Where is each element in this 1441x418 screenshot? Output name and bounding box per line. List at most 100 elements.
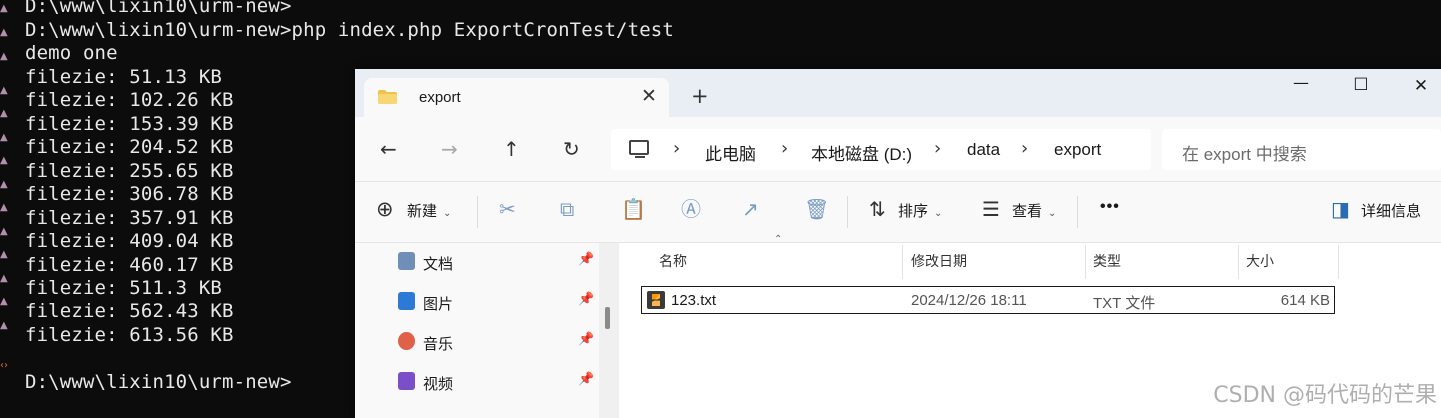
search-box[interactable]: 在 export 中搜索 bbox=[1162, 129, 1441, 170]
chevron-right-icon: › bbox=[781, 138, 789, 159]
rename-icon[interactable]: Ⓐ bbox=[681, 198, 701, 220]
column-header-name[interactable]: 名称 bbox=[659, 251, 687, 271]
sidebar-item-label: 音乐 bbox=[423, 336, 454, 353]
sort-icon: ⇅ bbox=[869, 197, 886, 221]
file-type: TXT 文件 bbox=[1093, 295, 1156, 312]
column-divider[interactable] bbox=[1085, 245, 1086, 279]
command-bar: ⊕ 新建 ⌄ ✂ ⧉ 📋 Ⓐ ↗ 🗑 ⇅ 排序 ⌄ ☰ 查看 ⌄ ••• ◨ 详细信息 bbox=[355, 181, 1441, 243]
back-button[interactable]: ← bbox=[380, 138, 397, 160]
php-icon: ▲ bbox=[0, 155, 8, 166]
more-options-button[interactable]: ••• bbox=[1100, 198, 1120, 216]
view-button[interactable]: 查看 ⌄ bbox=[1012, 200, 1056, 221]
refresh-button[interactable]: ↻ bbox=[563, 138, 580, 160]
sort-ascending-icon: ⌃ bbox=[774, 234, 783, 245]
terminal-line: filezie: 357.91 KB bbox=[25, 207, 234, 229]
tab-label: export bbox=[419, 89, 461, 106]
terminal-line: filezie: 562.43 KB bbox=[25, 300, 234, 322]
new-tab-button[interactable]: + bbox=[691, 85, 709, 107]
file-row[interactable]: 123.txt 2024/12/26 18:11 TXT 文件 614 KB bbox=[641, 286, 1335, 314]
chevron-down-icon: ⌄ bbox=[443, 208, 452, 219]
php-icon: ▲ bbox=[0, 226, 8, 237]
php-icon: ▲ bbox=[0, 202, 8, 213]
new-button[interactable]: 新建 ⌄ bbox=[407, 200, 451, 221]
plus-circle-icon: ⊕ bbox=[376, 197, 394, 221]
title-bar[interactable]: export ✕ + — ☐ ✕ bbox=[355, 69, 1441, 117]
breadcrumb-this-pc[interactable]: 此电脑 bbox=[705, 140, 756, 165]
nav-pane-scrollbar[interactable] bbox=[599, 243, 619, 418]
sidebar-item-label: 文档 bbox=[423, 256, 454, 273]
terminal-prompt[interactable]: D:\www\lixin10\urm-new> bbox=[25, 371, 292, 395]
paste-icon[interactable]: 📋 bbox=[621, 198, 646, 220]
pin-icon[interactable]: 📌 bbox=[578, 332, 594, 347]
breadcrumb-data[interactable]: data bbox=[967, 140, 1000, 160]
terminal-line: filezie: 102.26 KB bbox=[25, 89, 234, 111]
close-tab-icon[interactable]: ✕ bbox=[641, 85, 657, 107]
minimize-button[interactable]: — bbox=[1281, 73, 1321, 97]
terminal-line: D:\www\lixin10\urm-new> bbox=[25, 0, 292, 17]
navigation-bar: ← → ↑ ↻ › 此电脑 › 本地磁盘 (D:) › data › expor… bbox=[355, 117, 1441, 181]
scrollbar-thumb[interactable] bbox=[605, 307, 610, 329]
terminal-line: filezie: 204.52 KB bbox=[25, 136, 234, 158]
sidebar-item-label: 视频 bbox=[423, 376, 454, 393]
column-divider[interactable] bbox=[902, 245, 903, 279]
navigation-pane: 文档 📌 图片 📌 音乐 📌 视频 📌 bbox=[355, 243, 599, 418]
php-icon: ▲ bbox=[0, 85, 8, 96]
details-button[interactable]: 详细信息 bbox=[1361, 200, 1421, 221]
terminal-line: filezie: 613.56 KB bbox=[25, 324, 234, 346]
sidebar-item-music[interactable]: 音乐 📌 bbox=[398, 329, 598, 359]
code-icon: ‹› bbox=[0, 360, 8, 371]
chevron-right-icon: › bbox=[673, 138, 681, 159]
sidebar-item-documents[interactable]: 文档 📌 bbox=[398, 249, 598, 279]
terminal-line: filezie: 51.13 KB bbox=[25, 66, 223, 88]
pin-icon[interactable]: 📌 bbox=[578, 292, 594, 307]
column-header-type[interactable]: 类型 bbox=[1093, 251, 1121, 271]
share-icon[interactable]: ↗ bbox=[742, 198, 759, 220]
address-bar[interactable]: › 此电脑 › 本地磁盘 (D:) › data › export bbox=[611, 129, 1151, 170]
sort-label: 排序 bbox=[898, 203, 929, 220]
divider bbox=[1077, 196, 1078, 228]
forward-button[interactable]: → bbox=[441, 138, 458, 160]
view-label: 查看 bbox=[1012, 203, 1043, 220]
divider bbox=[477, 196, 478, 228]
breadcrumb-local-disk[interactable]: 本地磁盘 (D:) bbox=[811, 140, 912, 165]
sublime-file-icon bbox=[647, 291, 665, 309]
terminal-line: filezie: 306.78 KB bbox=[25, 183, 234, 205]
new-label: 新建 bbox=[407, 203, 438, 220]
view-icon: ☰ bbox=[982, 197, 1000, 221]
divider bbox=[847, 196, 848, 228]
file-explorer-window[interactable]: export ✕ + — ☐ ✕ ← → ↑ ↻ › 此电脑 › 本地磁盘 (D… bbox=[355, 69, 1441, 418]
search-placeholder: 在 export 中搜索 bbox=[1182, 145, 1307, 164]
terminal-line: filezie: 255.65 KB bbox=[25, 160, 234, 182]
details-pane-icon: ◨ bbox=[1331, 197, 1350, 221]
pictures-icon bbox=[398, 292, 415, 310]
chevron-right-icon: › bbox=[1021, 138, 1029, 159]
up-button[interactable]: ↑ bbox=[503, 138, 520, 160]
sidebar-item-label: 图片 bbox=[423, 296, 454, 313]
maximize-button[interactable]: ☐ bbox=[1341, 75, 1381, 99]
videos-icon bbox=[398, 372, 415, 390]
breadcrumb-export[interactable]: export bbox=[1054, 140, 1101, 160]
terminal-line: filezie: 409.04 KB bbox=[25, 230, 234, 252]
cut-icon[interactable]: ✂ bbox=[499, 198, 516, 220]
column-divider[interactable] bbox=[1338, 245, 1339, 279]
close-window-button[interactable]: ✕ bbox=[1401, 76, 1441, 100]
column-header-modified[interactable]: 修改日期 bbox=[911, 251, 967, 271]
php-icon: ▲ bbox=[0, 3, 8, 14]
php-icon: ▲ bbox=[0, 273, 8, 284]
delete-icon[interactable]: 🗑 bbox=[804, 198, 829, 220]
terminal-line: filezie: 460.17 KB bbox=[25, 254, 234, 276]
copy-icon[interactable]: ⧉ bbox=[560, 198, 574, 220]
file-name: 123.txt bbox=[671, 292, 717, 309]
chevron-right-icon: › bbox=[934, 138, 942, 159]
tab-export[interactable]: export ✕ bbox=[364, 78, 669, 117]
column-header-size[interactable]: 大小 bbox=[1246, 251, 1274, 271]
php-icon: ▲ bbox=[0, 296, 8, 307]
sort-button[interactable]: 排序 ⌄ bbox=[898, 200, 942, 221]
pin-icon[interactable]: 📌 bbox=[578, 252, 594, 267]
pin-icon[interactable]: 📌 bbox=[578, 372, 594, 387]
sidebar-item-videos[interactable]: 视频 📌 bbox=[398, 369, 598, 399]
terminal-line: filezie: 511.3 KB bbox=[25, 277, 223, 299]
sidebar-item-pictures[interactable]: 图片 📌 bbox=[398, 289, 598, 319]
file-size: 614 KB bbox=[1280, 292, 1330, 309]
column-divider[interactable] bbox=[1238, 245, 1239, 279]
